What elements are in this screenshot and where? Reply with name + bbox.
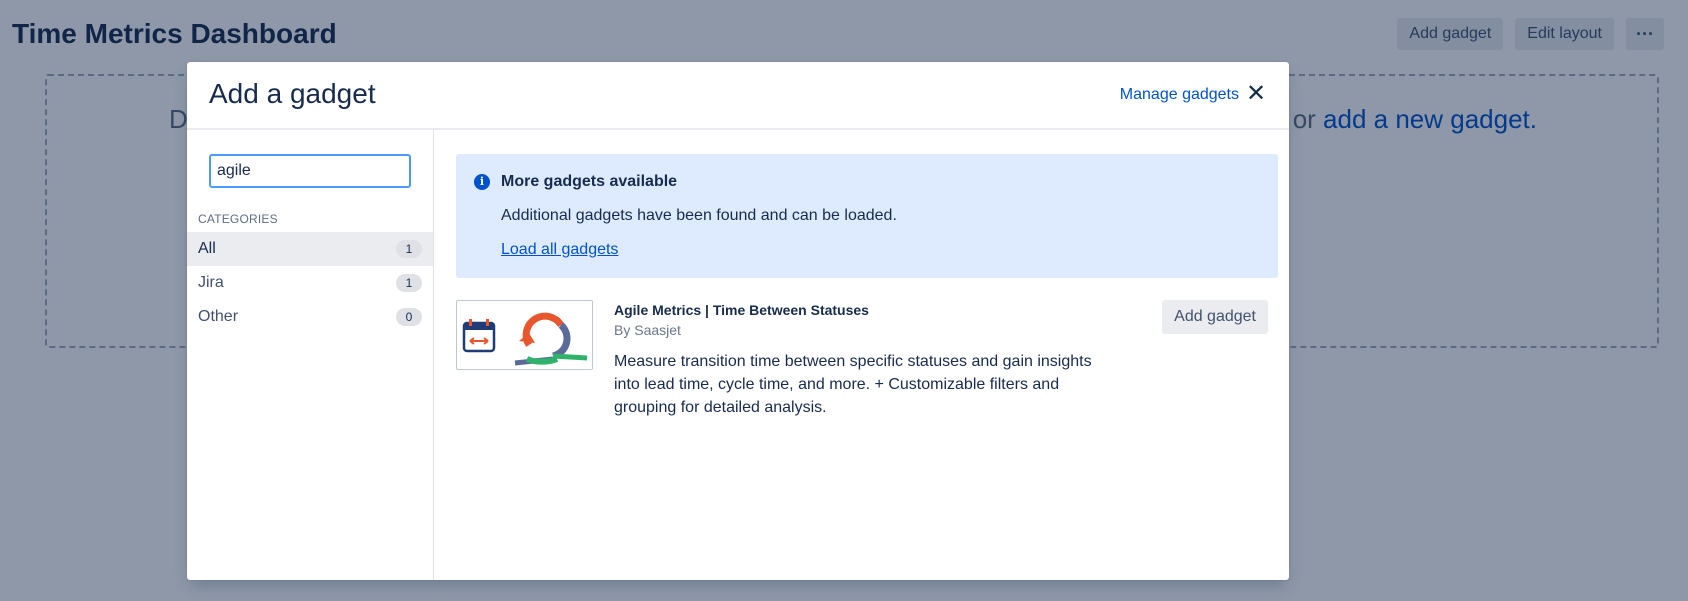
gadget-description: Measure transition time between specific… xyxy=(614,353,1092,416)
banner-text: Additional gadgets have been found and c… xyxy=(501,207,897,224)
load-all-gadgets-link[interactable]: Load all gadgets xyxy=(501,241,618,259)
category-count-badge: 1 xyxy=(396,274,422,292)
gadget-thumbnail xyxy=(456,300,593,370)
categories-heading: CATEGORIES xyxy=(198,212,278,226)
add-gadget-dialog: Add a gadget Manage gadgets ✕ CATEGORIES… xyxy=(187,62,1289,580)
dialog-header: Add a gadget Manage gadgets ✕ xyxy=(187,62,1289,130)
gadget-title: Agile Metrics | Time Between Statuses xyxy=(614,302,869,318)
gadget-logo-icon xyxy=(462,312,588,366)
category-count-badge: 1 xyxy=(396,240,422,258)
gadget-results: i More gadgets available Additional gadg… xyxy=(434,130,1289,580)
search-input[interactable] xyxy=(209,154,411,188)
close-icon[interactable]: ✕ xyxy=(1243,80,1269,106)
category-item-all[interactable]: All 1 xyxy=(187,232,433,266)
gadget-sidebar: CATEGORIES All 1 Jira 1 Other 0 xyxy=(187,130,434,580)
category-label: All xyxy=(198,240,216,257)
gadget-author: By Saasjet xyxy=(614,322,681,338)
manage-gadgets-link[interactable]: Manage gadgets xyxy=(1120,86,1239,104)
banner-title: More gadgets available xyxy=(501,173,678,190)
add-gadget-item-button[interactable]: Add gadget xyxy=(1162,300,1268,334)
dialog-body: CATEGORIES All 1 Jira 1 Other 0 i More xyxy=(187,130,1289,580)
category-label: Other xyxy=(198,308,239,325)
gadget-list-item: Agile Metrics | Time Between Statuses By… xyxy=(456,300,1278,430)
dialog-title: Add a gadget xyxy=(209,78,376,109)
category-list: All 1 Jira 1 Other 0 xyxy=(187,232,433,334)
info-icon: i xyxy=(474,174,490,190)
category-item-jira[interactable]: Jira 1 xyxy=(187,266,433,300)
category-item-other[interactable]: Other 0 xyxy=(187,300,433,334)
category-label: Jira xyxy=(198,274,224,291)
info-banner: i More gadgets available Additional gadg… xyxy=(456,154,1278,278)
category-count-badge: 0 xyxy=(396,308,422,326)
